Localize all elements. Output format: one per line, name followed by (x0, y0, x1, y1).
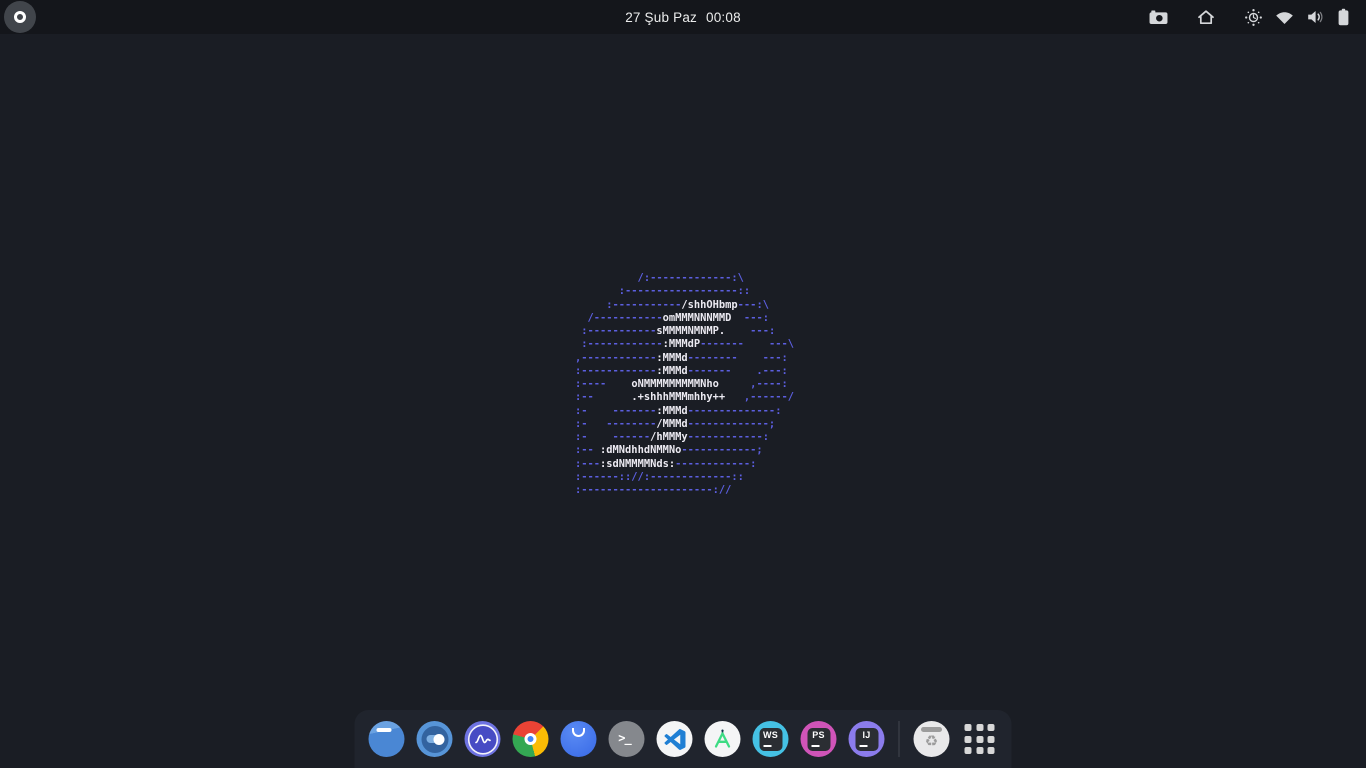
dock: >_ WS PS IJ ♻ (354, 710, 1012, 768)
show-applications-icon (964, 724, 995, 754)
dock-item-terminal[interactable]: >_ (608, 721, 645, 757)
intellij-icon: IJ (848, 721, 885, 757)
circle-ring-icon (14, 11, 26, 23)
dock-item-system-monitor[interactable] (464, 721, 501, 757)
wifi-icon[interactable] (1275, 0, 1294, 34)
night-light-icon[interactable] (1244, 0, 1263, 34)
screenshot-camera-icon[interactable] (1149, 0, 1168, 34)
dock-item-chrome[interactable] (512, 721, 549, 757)
dock-item-vscode[interactable] (656, 721, 693, 757)
clock[interactable]: 27 Şub Paz 00:08 (625, 0, 741, 34)
vscode-icon (656, 721, 693, 757)
dock-divider (898, 721, 900, 757)
settings-toggle-icon (416, 721, 453, 757)
android-studio-icon (704, 721, 741, 757)
webstorm-icon: WS (752, 721, 789, 757)
activities-button[interactable] (4, 1, 36, 33)
recycle-glyph: ♻ (924, 733, 939, 750)
dock-item-settings[interactable] (416, 721, 453, 757)
show-applications-button[interactable] (962, 721, 998, 757)
status-icons (1149, 0, 1366, 34)
phpstorm-icon: PS (800, 721, 837, 757)
trash-icon: ♻ (913, 721, 950, 757)
chrome-icon (512, 721, 549, 757)
dock-item-android-studio[interactable] (704, 721, 741, 757)
terminal-icon: >_ (608, 721, 645, 757)
terminal-prompt-glyph: >_ (618, 731, 631, 745)
dock-item-insomnia[interactable] (560, 721, 597, 757)
date-label: 27 Şub Paz (625, 9, 698, 25)
activity-wave-icon (464, 721, 501, 757)
dock-item-trash[interactable]: ♻ (913, 721, 950, 757)
top-panel: 27 Şub Paz 00:08 (0, 0, 1366, 34)
time-label: 00:08 (706, 9, 741, 25)
dock-item-files[interactable] (368, 721, 405, 757)
dock-item-phpstorm[interactable]: PS (800, 721, 837, 757)
volume-icon[interactable] (1306, 0, 1325, 34)
dock-item-intellij-idea[interactable]: IJ (848, 721, 885, 757)
wallpaper-ascii-art: /:-------------:\ :------------------:: … (575, 272, 794, 496)
insomnia-icon (560, 721, 597, 757)
home-icon[interactable] (1197, 0, 1215, 34)
dock-item-webstorm[interactable]: WS (752, 721, 789, 757)
files-icon (368, 721, 405, 757)
battery-icon[interactable] (1337, 0, 1350, 34)
desktop: 27 Şub Paz 00:08 /:-------------:\:----… (0, 0, 1366, 768)
